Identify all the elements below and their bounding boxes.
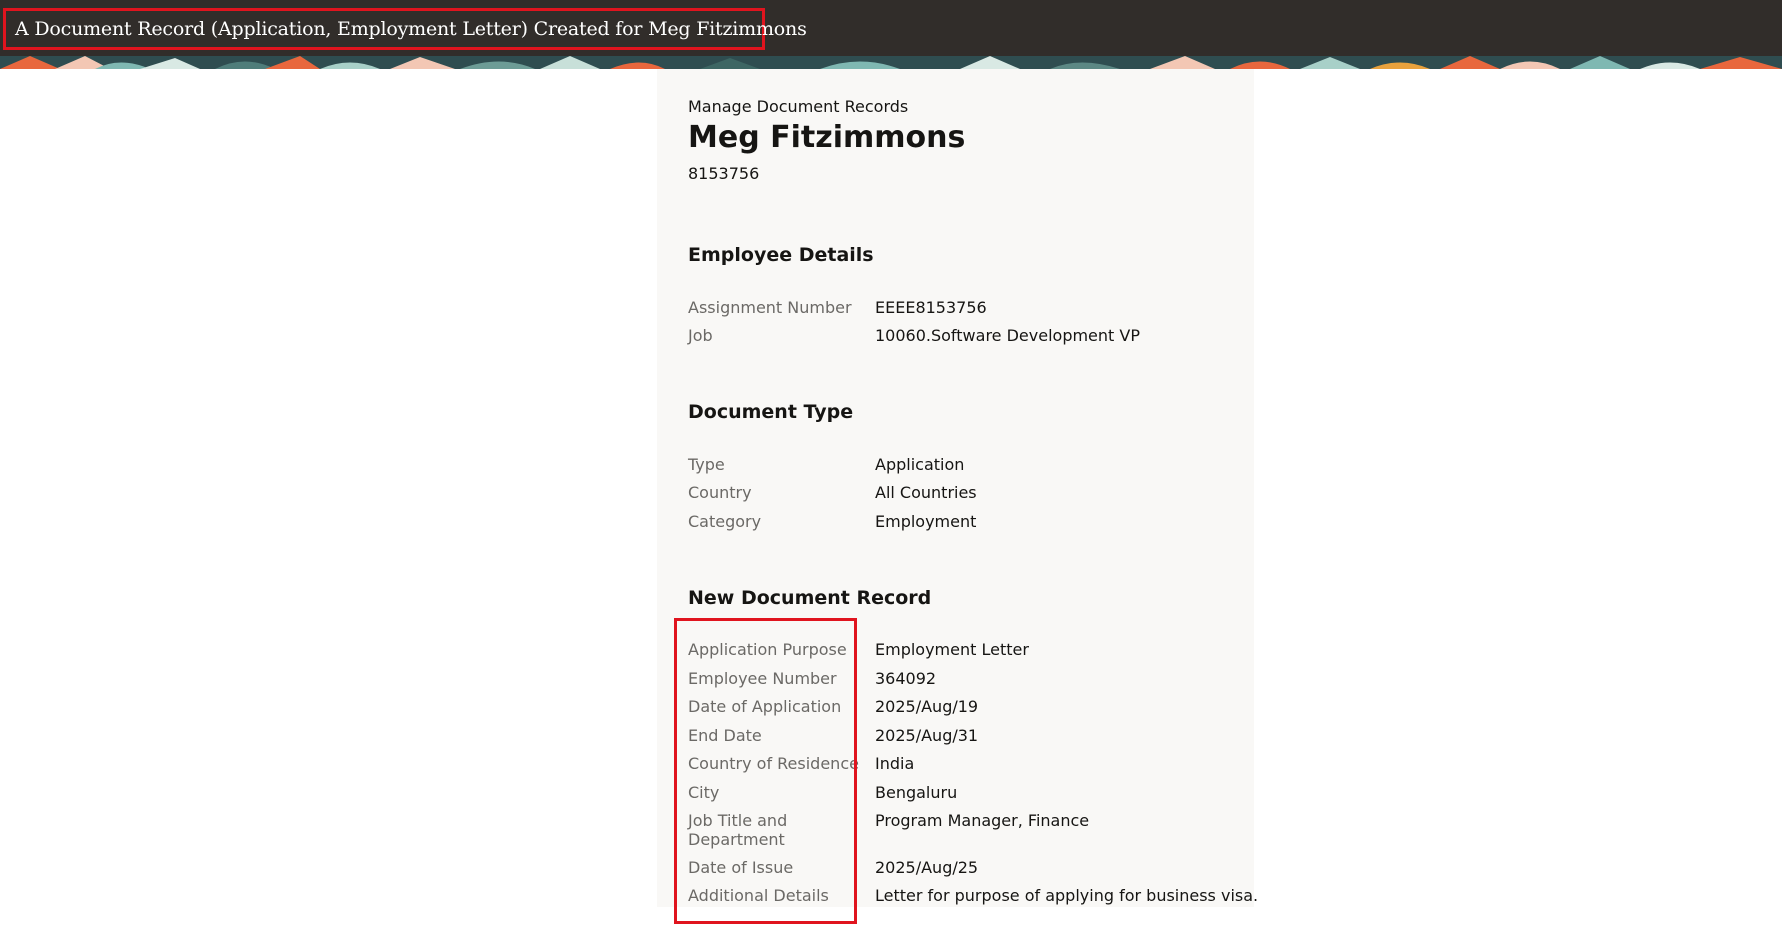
field-value: Employment — [875, 512, 977, 531]
field-value: 2025/Aug/19 — [875, 697, 979, 716]
employee-details-heading: Employee Details — [688, 244, 874, 266]
page-caption-title: A Document Record (Application, Employme… — [15, 18, 807, 40]
title-highlight-box: A Document Record (Application, Employme… — [3, 8, 807, 50]
field-value: Letter for purpose of applying for busin… — [875, 886, 1259, 905]
field-value: Program Manager, Finance — [875, 811, 1090, 830]
decorative-banner — [0, 56, 1782, 69]
field-label: Assignment Number — [688, 298, 852, 317]
field-value: India — [875, 754, 915, 773]
person-name-heading: Meg Fitzimmons — [688, 120, 966, 155]
field-value: 10060.Software Development VP — [875, 326, 1140, 345]
person-number: 8153756 — [688, 164, 760, 183]
field-value: Bengaluru — [875, 783, 958, 802]
field-value: 364092 — [875, 669, 937, 688]
breadcrumb[interactable]: Manage Document Records — [688, 97, 908, 116]
field-label: Country — [688, 483, 752, 502]
banner-pattern-graphic — [0, 56, 1782, 69]
field-value: Employment Letter — [875, 640, 1029, 659]
field-value: 2025/Aug/25 — [875, 858, 979, 877]
field-label: Category — [688, 512, 762, 531]
top-bar: A Document Record (Application, Employme… — [0, 0, 1782, 56]
labels-highlight-box — [674, 618, 857, 924]
field-value: All Countries — [875, 483, 977, 502]
field-label: Job — [688, 326, 713, 345]
document-type-heading: Document Type — [688, 401, 854, 423]
field-value: 2025/Aug/31 — [875, 726, 979, 745]
field-value: Application — [875, 455, 965, 474]
field-label: Type — [688, 455, 725, 474]
field-value: EEEE8153756 — [875, 298, 987, 317]
new-document-record-heading: New Document Record — [688, 587, 932, 609]
